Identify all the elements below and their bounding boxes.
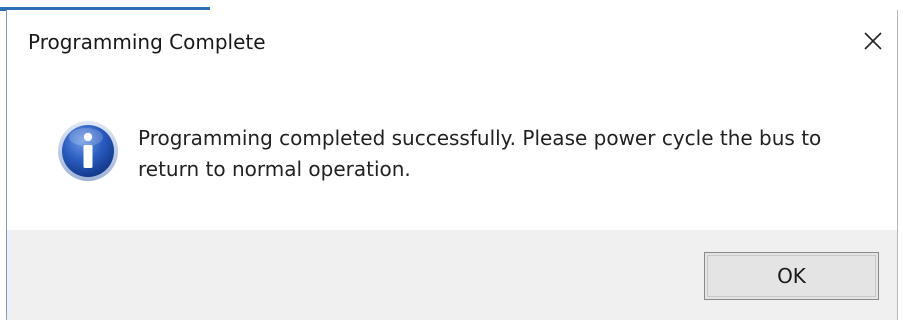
message-dialog: Programming Complete Programming complet… xyxy=(6,10,898,320)
ok-button[interactable]: OK xyxy=(704,252,879,300)
close-icon xyxy=(864,32,882,50)
dialog-title-bar[interactable]: Programming Complete xyxy=(7,10,897,70)
dialog-title: Programming Complete xyxy=(28,30,266,54)
dialog-content: Programming completed successfully. Plea… xyxy=(7,70,897,230)
close-button[interactable] xyxy=(849,20,897,62)
dialog-message: Programming completed successfully. Plea… xyxy=(138,126,822,181)
dialog-footer: OK xyxy=(7,230,897,320)
info-icon xyxy=(58,121,118,181)
